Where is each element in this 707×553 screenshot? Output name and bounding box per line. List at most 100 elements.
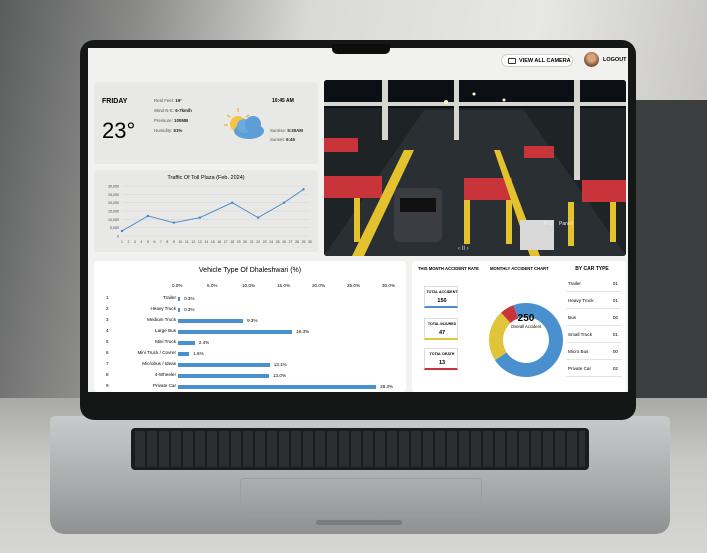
- x-tick-label: 0.0%: [172, 283, 183, 288]
- data-point: [282, 201, 286, 204]
- data-point: [172, 221, 176, 224]
- keyboard: [131, 428, 589, 470]
- x-tick-label: 28: [295, 240, 299, 244]
- total-injured-box: TOTAL INJURED 47: [424, 318, 458, 340]
- car-type-name: Private Car: [568, 366, 591, 371]
- camera-notch: [332, 44, 390, 54]
- data-point: [302, 188, 305, 191]
- accident-donut-chart: [489, 303, 563, 377]
- weather-details: Real Feel: 19° Wind N-E: 6-7km/h Pressur…: [154, 96, 192, 136]
- row-number: 1: [106, 295, 109, 300]
- category-label: Mini Truck: [155, 339, 176, 344]
- logout-button[interactable]: LOGOUT: [603, 57, 627, 63]
- data-point: [198, 216, 201, 219]
- row-number: 3: [106, 317, 109, 322]
- x-tick-label: 5.0%: [207, 283, 218, 288]
- row-number: 5: [106, 339, 109, 344]
- row-number: 4: [106, 328, 109, 333]
- x-tick-label: 6: [153, 240, 155, 244]
- y-tick-label: 5,000: [110, 226, 119, 230]
- bar-value-label: 28.3%: [380, 384, 394, 389]
- dashboard-screen: VIEW ALL CAMERA LOGOUT FRIDAY 23° Real F…: [88, 48, 628, 392]
- sun-times: Sunrise: 5:30AM Sunset: 6:45: [270, 126, 303, 144]
- row-number: 7: [106, 361, 109, 366]
- sunset: Sunset: 6:45: [270, 137, 295, 142]
- weather-detail: Real Feel: 19°: [154, 98, 182, 103]
- row-number: 2: [106, 306, 109, 311]
- total-injured-label: TOTAL INJURED: [427, 322, 457, 326]
- total-accident-value: 150: [437, 298, 447, 304]
- x-tick-label: 27: [289, 240, 293, 244]
- category-label: Heavy Truck: [150, 306, 176, 311]
- y-tick-label: 15,000: [108, 210, 119, 214]
- accident-rate-header: THIS MONTH ACCIDENT RATE: [418, 266, 479, 271]
- view-all-camera-label: VIEW ALL CAMERA: [519, 57, 571, 64]
- x-tick-label: 16: [217, 240, 221, 244]
- x-tick-label: 5: [147, 240, 149, 244]
- y-tick-label: 25,000: [108, 193, 119, 197]
- bar-value-label: 16.3%: [296, 329, 310, 334]
- x-tick-label: 10: [178, 240, 182, 244]
- keyboard-keys: [135, 431, 585, 467]
- total-accident-label: TOTAL ACCIDENT: [426, 290, 458, 294]
- y-tick-label: 20,000: [108, 201, 119, 205]
- row-number: 9: [106, 383, 109, 388]
- x-tick-label: 20.0%: [312, 283, 326, 288]
- x-tick-label: 11: [185, 240, 189, 244]
- car-type-count: 06: [612, 315, 618, 320]
- bar: [178, 297, 181, 301]
- avatar[interactable]: [584, 52, 599, 67]
- x-tick-label: 12: [191, 240, 195, 244]
- car-type-count: 01: [612, 281, 618, 286]
- x-tick-label: 19: [237, 240, 241, 244]
- bar-value-label: 0.3%: [184, 296, 195, 301]
- donut-label: Overall Accident: [510, 324, 542, 329]
- bar: [178, 341, 195, 345]
- car-type-name: Trailer: [568, 281, 581, 286]
- toll-plaza-camera-image: [324, 80, 626, 256]
- car-type-count: 01: [612, 332, 618, 337]
- y-tick-label: 0: [117, 235, 119, 239]
- data-point: [231, 201, 234, 204]
- car-type-name: Small Truck: [568, 332, 592, 337]
- x-tick-label: 30: [308, 240, 312, 244]
- sunrise: Sunrise: 5:30AM: [270, 128, 303, 133]
- by-car-type-header: BY CAR TYPE: [575, 266, 609, 272]
- video-camera-icon: [508, 57, 516, 64]
- bar: [178, 308, 181, 312]
- row-number: 6: [106, 350, 109, 355]
- bar: [178, 363, 270, 367]
- row-number: 8: [106, 372, 109, 377]
- car-type-row: Private Car 02: [566, 362, 622, 377]
- weather-card: FRIDAY 23° Real Feel: 19° Wind N-E: 6-7k…: [94, 82, 318, 164]
- x-tick-label: 3: [134, 240, 136, 244]
- x-tick-label: 9: [173, 240, 175, 244]
- accident-chart-header: MONTHLY ACCIDENT CHART: [490, 266, 549, 271]
- category-label: Medium Truck: [147, 317, 176, 322]
- x-tick-label: 29: [302, 240, 306, 244]
- donut-total: 250: [517, 313, 535, 324]
- donut-center: 250 Overall Accident: [498, 313, 554, 329]
- y-tick-label: 30,000: [108, 185, 119, 189]
- category-label: Large Bus: [155, 328, 176, 333]
- car-type-row: Micro Bus 00: [566, 345, 622, 360]
- x-tick-label: 15.0%: [277, 283, 291, 288]
- bar: [178, 374, 269, 378]
- traffic-chart-card: Traffic Of Toll Plaza (Feb. 2024) 30,000…: [94, 170, 318, 252]
- bar: [178, 330, 293, 334]
- camera-playback-controls[interactable]: ‹ II ›: [458, 246, 469, 252]
- view-all-camera-button[interactable]: VIEW ALL CAMERA: [501, 54, 573, 67]
- category-label: Mini Truck / Covrer: [137, 350, 176, 355]
- weather-day: FRIDAY: [102, 98, 128, 105]
- x-tick-label: 1: [121, 240, 123, 244]
- bar-value-label: 13.1%: [273, 362, 287, 367]
- x-tick-label: 13: [198, 240, 202, 244]
- car-type-name: Micro Bus: [568, 349, 589, 354]
- x-tick-label: 8: [166, 240, 168, 244]
- bar-value-label: 9.3%: [247, 318, 258, 323]
- x-tick-label: 10.0%: [242, 283, 256, 288]
- partly-cloudy-icon: [224, 108, 264, 139]
- camera-feed[interactable]: PTZ Panell ‹ II ›: [324, 80, 626, 256]
- x-tick-label: 14: [204, 240, 208, 244]
- x-tick-label: 15: [211, 240, 215, 244]
